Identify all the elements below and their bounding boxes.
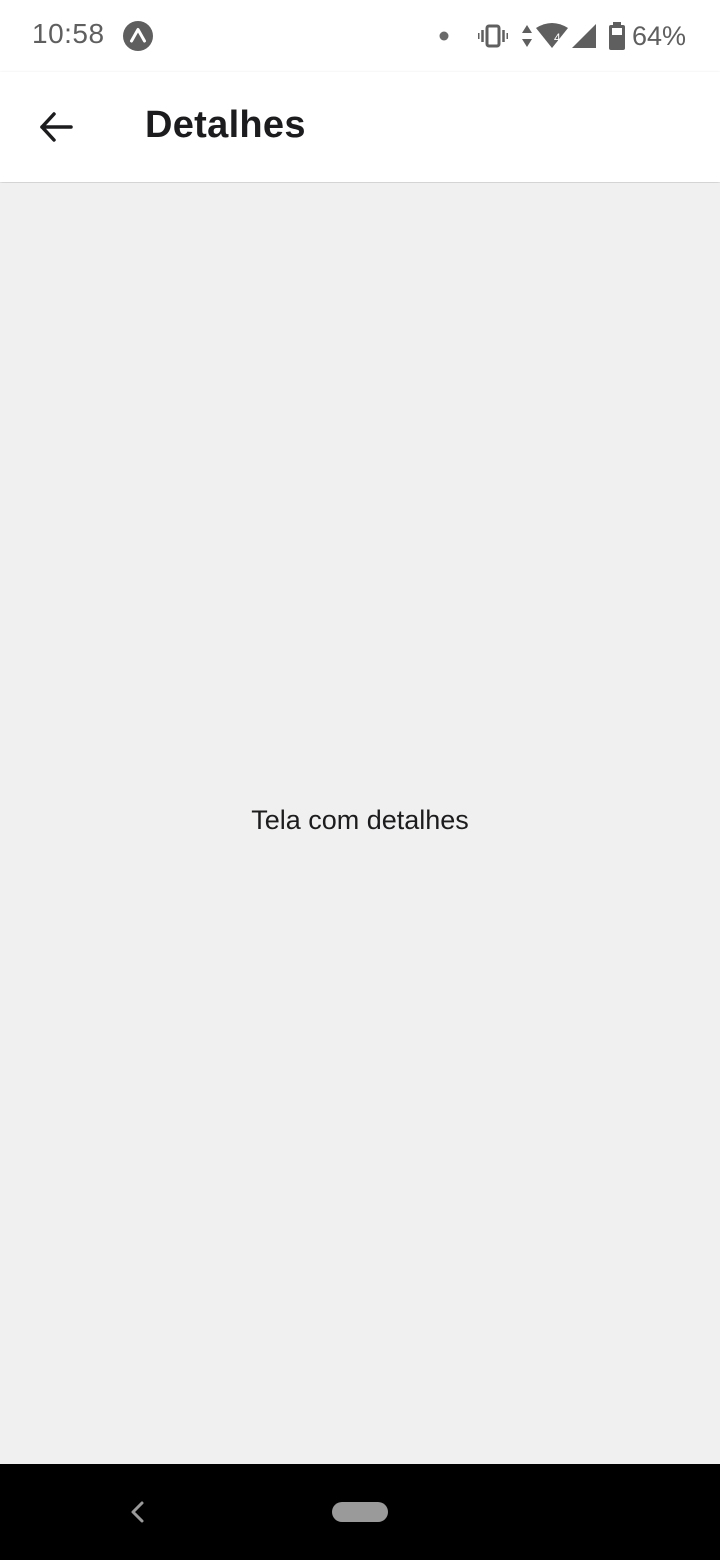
details-message: Tela com detalhes — [251, 805, 469, 835]
battery-percent: 64% — [631, 20, 686, 51]
status-icons: 4 64% — [438, 18, 686, 54]
network-label: 4 — [554, 31, 561, 45]
dot-icon — [439, 31, 449, 41]
vibrate-icon — [477, 24, 508, 48]
wifi-icon: 4 — [535, 23, 568, 48]
data-arrows-icon — [521, 25, 532, 47]
expo-icon — [123, 21, 153, 51]
battery-icon — [608, 22, 625, 50]
chevron-left-icon[interactable] — [122, 1496, 154, 1528]
status-time: 10:58 — [32, 18, 105, 49]
system-nav-bar — [0, 1464, 720, 1560]
status-bar: 10:58 4 64% — [0, 0, 720, 72]
arrow-left-icon — [40, 112, 73, 142]
main-content: Tela com detalhes — [0, 183, 720, 1464]
back-button[interactable] — [24, 95, 88, 159]
app-bar: Detalhes — [0, 72, 720, 182]
page-title: Detalhes — [145, 104, 306, 146]
cell-signal-icon — [571, 24, 596, 48]
home-pill-icon[interactable] — [332, 1502, 388, 1522]
